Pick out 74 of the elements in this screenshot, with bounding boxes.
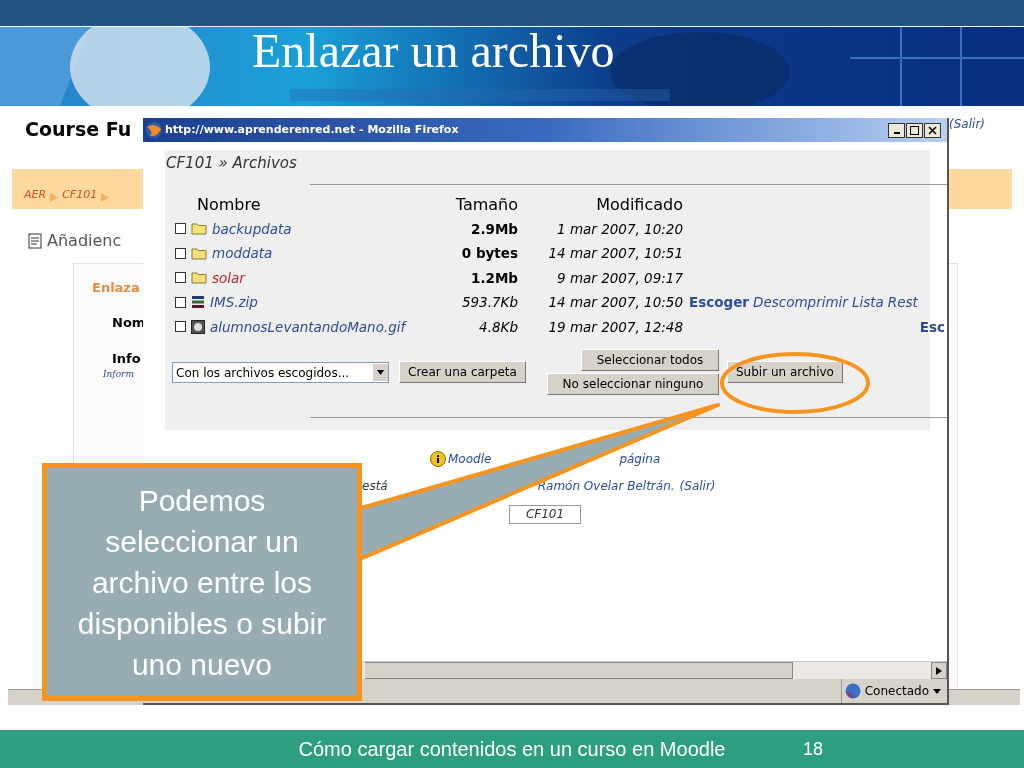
file-size: 593.7Kb	[460, 293, 518, 313]
file-link[interactable]: solar	[212, 267, 245, 288]
folder-icon	[191, 271, 207, 285]
close-button[interactable]	[924, 122, 941, 138]
checkbox[interactable]	[175, 247, 186, 259]
docs-link[interactable]: Moodle	[448, 450, 492, 468]
page-heading: Course Fu	[25, 117, 132, 142]
select-all-button[interactable]: Seleccionar todos	[581, 349, 719, 371]
image-icon	[191, 319, 205, 334]
form-label: Info	[112, 349, 141, 368]
action-link[interactable]: Escoger	[689, 292, 749, 313]
caret-icon	[933, 688, 941, 694]
triangle-icon	[101, 192, 110, 202]
slide-title: Enlazar un archivo	[252, 27, 615, 75]
select-none-button[interactable]: No seleccionar ninguno	[547, 373, 719, 395]
file-size: 1.2Mb	[470, 268, 518, 288]
checkbox[interactable]	[175, 272, 186, 284]
action-link[interactable]: Lista	[851, 292, 884, 313]
right-arrow-icon	[936, 666, 942, 675]
file-date: 19 mar 2007, 12:48	[547, 317, 683, 337]
user-link[interactable]: Ramón Ovelar Beltrán.	[537, 477, 675, 495]
info-icon	[430, 451, 446, 467]
logout-link[interactable]: (Salir)	[949, 115, 985, 134]
file-link[interactable]: backupdata	[212, 218, 292, 239]
file-size: 4.8Kb	[478, 317, 518, 337]
action-dropdown[interactable]: Con los archivos escogidos...	[172, 362, 389, 383]
maximize-button[interactable]	[906, 122, 923, 138]
breadcrumb-path: CF101 » Archivos	[165, 153, 298, 174]
logout-link[interactable]: (Salir)	[679, 477, 716, 495]
callout-text: Podemos seleccionar un archivo entre los disponibles o subir uno nuevo	[76, 482, 328, 683]
scroll-right-button[interactable]	[931, 662, 947, 679]
close-icon	[928, 125, 937, 135]
window-title: http://www.aprenderenred.net - Mozilla Firefox	[165, 121, 459, 138]
course-link[interactable]: CF101	[509, 505, 581, 524]
connection-status: Conectado	[864, 683, 929, 700]
column-header: Tamaño	[454, 193, 518, 216]
file-link[interactable]: IMS.zip	[210, 292, 258, 313]
upload-button[interactable]: Subir un archivo	[727, 361, 843, 383]
checkbox[interactable]	[175, 296, 186, 308]
file-date: 9 mar 2007, 09:17	[556, 268, 683, 288]
stack-icon	[191, 295, 205, 310]
globe-icon	[145, 121, 163, 139]
folder-icon	[191, 246, 207, 260]
form-note: Inform	[103, 368, 134, 381]
file-size: 2.9Mb	[470, 219, 518, 239]
maximize-icon	[910, 125, 919, 135]
section-title: Añadienc	[47, 229, 122, 252]
document-icon	[28, 232, 42, 249]
docs-link[interactable]: página	[619, 450, 661, 468]
page-number: 18	[803, 737, 824, 761]
file-link[interactable]: moddata	[212, 243, 273, 264]
checkbox[interactable]	[175, 321, 186, 333]
file-date: 14 mar 2007, 10:51	[547, 244, 683, 264]
form-label: Nom	[112, 314, 146, 332]
column-header: Modificado	[595, 193, 683, 216]
create-folder-button[interactable]: Crear una carpeta	[399, 361, 526, 383]
login-text: está	[362, 478, 388, 495]
globe-icon	[844, 683, 861, 699]
minimize-button[interactable]	[888, 122, 905, 138]
file-link[interactable]: alumnosLevantandoMano.gif	[210, 316, 406, 337]
action-link[interactable]: Descomprimir	[753, 292, 848, 313]
scrollbar-thumb[interactable]	[365, 662, 793, 679]
file-date: 14 mar 2007, 10:50	[547, 293, 683, 313]
file-size: 0 bytes	[460, 244, 518, 264]
form-title: Enlaza	[92, 278, 140, 297]
minimize-icon	[893, 132, 900, 134]
action-link[interactable]: Esc	[919, 316, 945, 337]
footer-text: Cómo cargar contenidos en un curso en Moodle	[298, 737, 726, 762]
action-link[interactable]: Rest	[887, 292, 918, 313]
folder-icon	[191, 222, 207, 236]
checkbox[interactable]	[175, 223, 186, 235]
file-date: 1 mar 2007, 10:20	[556, 219, 683, 239]
triangle-icon	[50, 192, 59, 202]
column-header: Nombre	[196, 193, 262, 216]
